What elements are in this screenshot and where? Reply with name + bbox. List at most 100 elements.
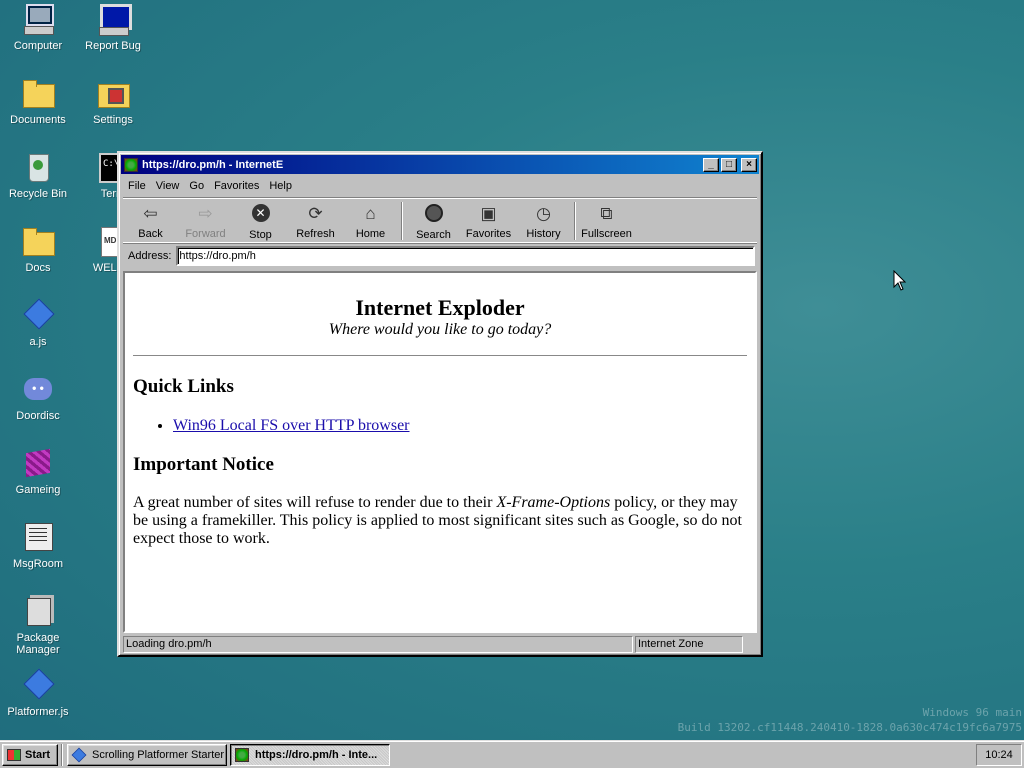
globe-icon (235, 747, 249, 762)
system-tray-clock[interactable]: 10:24 (976, 743, 1022, 766)
desktop-icon-doordisc[interactable]: Doordisc (2, 372, 74, 422)
home-icon: ⌂ (365, 204, 376, 223)
fullscreen-button[interactable]: ⧉ Fullscreen (579, 202, 634, 240)
desktop-icon-label: a.js (29, 336, 47, 348)
desktop-icon-package-manager[interactable]: Package Manager (2, 594, 74, 656)
desktop-icon-label: MsgRoom (12, 558, 64, 570)
security-zone: Internet Zone (635, 636, 743, 653)
address-bar: Address: (123, 245, 757, 267)
minimize-button[interactable]: _ (703, 157, 719, 172)
window-title: https://dro.pm/h - InternetE (142, 158, 284, 171)
list-item: Win96 Local FS over HTTP browser (173, 416, 747, 436)
menu-view[interactable]: View (151, 180, 185, 192)
maximize-button[interactable]: □ (721, 157, 737, 172)
build-watermark: Windows 96 main Build 13202.cf11448.2404… (678, 705, 1022, 735)
status-bar: Loading dro.pm/h Internet Zone (121, 634, 759, 654)
watermark-line: Build 13202.cf11448.240410-1828.0a630c47… (677, 721, 1022, 734)
favorites-button[interactable]: ▣ Favorites (461, 202, 516, 240)
menu-bar: File View Go Favorites Help (123, 177, 297, 195)
search-icon (423, 204, 445, 226)
task-label: https://dro.pm/h - Inte... (255, 748, 378, 761)
desktop-icon-msgroom[interactable]: MsgRoom (2, 520, 74, 570)
globe-icon (124, 157, 138, 172)
notice-text: A great number of sites will refuse to r… (133, 494, 497, 511)
quick-links-list: Win96 Local FS over HTTP browser (173, 416, 747, 436)
task-label: Scrolling Platformer Starter (92, 748, 225, 761)
desktop-icon-a-js[interactable]: a.js (2, 298, 74, 348)
toolbar: ⇦ Back ⇨ Forward ✕ Stop ⟳ Refresh ⌂ Home… (123, 197, 757, 243)
desktop-icon-recycle-bin[interactable]: Recycle Bin (2, 150, 74, 200)
notice-heading: Important Notice (133, 454, 274, 475)
desktop-icon-label: Recycle Bin (8, 188, 68, 200)
address-label: Address: (128, 250, 172, 262)
desktop-icon-label: Docs (25, 262, 51, 274)
diamond-icon (21, 298, 55, 332)
home-button[interactable]: ⌂ Home (343, 202, 398, 240)
divider (133, 355, 747, 356)
forward-label: Forward (185, 228, 226, 240)
desktop-icon-label: Platformer.js (7, 706, 69, 718)
diamond-icon (21, 668, 55, 702)
desktop-icon-label: Settings (93, 114, 133, 126)
start-label: Start (25, 748, 51, 761)
message-icon (21, 520, 55, 554)
folder-icon (21, 76, 55, 110)
desktop-icon-label: Documents (10, 114, 66, 126)
desktop-icon-label: Gameing (15, 484, 61, 496)
task-button[interactable]: Scrolling Platformer Starter (67, 743, 227, 766)
taskbar: Start Scrolling Platformer Starter https… (0, 740, 1024, 768)
forward-button[interactable]: ⇨ Forward (178, 202, 233, 240)
stop-button[interactable]: ✕ Stop (233, 202, 288, 241)
stop-label: Stop (249, 229, 272, 241)
home-label: Home (355, 228, 386, 240)
search-label: Search (416, 229, 451, 241)
menu-go[interactable]: Go (184, 180, 209, 192)
desktop-icon-label: Report Bug (85, 40, 141, 52)
browser-window: https://dro.pm/h - InternetE _ □ × File … (117, 151, 763, 657)
desktop-icon-computer[interactable]: Computer (2, 2, 74, 52)
stop-icon: ✕ (250, 204, 272, 226)
history-button[interactable]: ◷ History (516, 202, 571, 240)
refresh-icon: ⟳ (308, 204, 323, 223)
desktop-icon-settings[interactable]: Settings (77, 76, 149, 126)
desktop-icon-label: Doordisc (16, 410, 60, 422)
refresh-button[interactable]: ⟳ Refresh (288, 202, 343, 240)
menu-help[interactable]: Help (264, 180, 297, 192)
fs-browser-link[interactable]: Win96 Local FS over HTTP browser (173, 417, 410, 434)
history-label: History (526, 228, 561, 240)
desktop-icon-label: Package Manager (16, 632, 60, 656)
monitor-icon (96, 2, 132, 36)
package-icon (21, 594, 55, 628)
toolbar-separator (574, 202, 576, 240)
title-bar[interactable]: https://dro.pm/h - InternetE _ □ × (121, 155, 759, 174)
menu-favorites[interactable]: Favorites (209, 180, 264, 192)
resize-grip[interactable] (743, 636, 757, 652)
arrow-left-icon: ⇦ (143, 204, 158, 223)
status-text: Loading dro.pm/h (123, 636, 633, 653)
task-button-active[interactable]: https://dro.pm/h - Inte... (230, 743, 390, 766)
back-button[interactable]: ⇦ Back (123, 202, 178, 240)
start-button[interactable]: Start (2, 743, 58, 766)
favorites-label: Favorites (465, 228, 512, 240)
refresh-label: Refresh (296, 228, 335, 240)
desktop-icon-gameing[interactable]: Gameing (2, 446, 74, 496)
clock: 10:24 (985, 748, 1013, 761)
desktop-icon-docs[interactable]: Docs (2, 224, 74, 274)
desktop-icon-documents[interactable]: Documents (2, 76, 74, 126)
desktop-icon-platformer-js[interactable]: Platformer.js (2, 668, 74, 718)
close-button[interactable]: × (741, 157, 757, 172)
computer-icon (21, 2, 55, 36)
address-input[interactable] (176, 246, 755, 266)
search-button[interactable]: Search (406, 202, 461, 241)
quick-links-heading: Quick Links (133, 376, 234, 397)
back-label: Back (138, 228, 163, 240)
fullscreen-label: Fullscreen (581, 228, 632, 240)
settings-icon (96, 76, 130, 110)
watermark-line: Windows 96 main (922, 706, 1022, 719)
notice-paragraph: A great number of sites will refuse to r… (133, 494, 747, 548)
diamond-icon (71, 747, 87, 762)
taskbar-separator (61, 743, 63, 766)
menu-file[interactable]: File (123, 180, 151, 192)
desktop-icon-report-bug[interactable]: Report Bug (77, 2, 149, 52)
page-content: Internet Exploder Where would you like t… (123, 271, 757, 633)
